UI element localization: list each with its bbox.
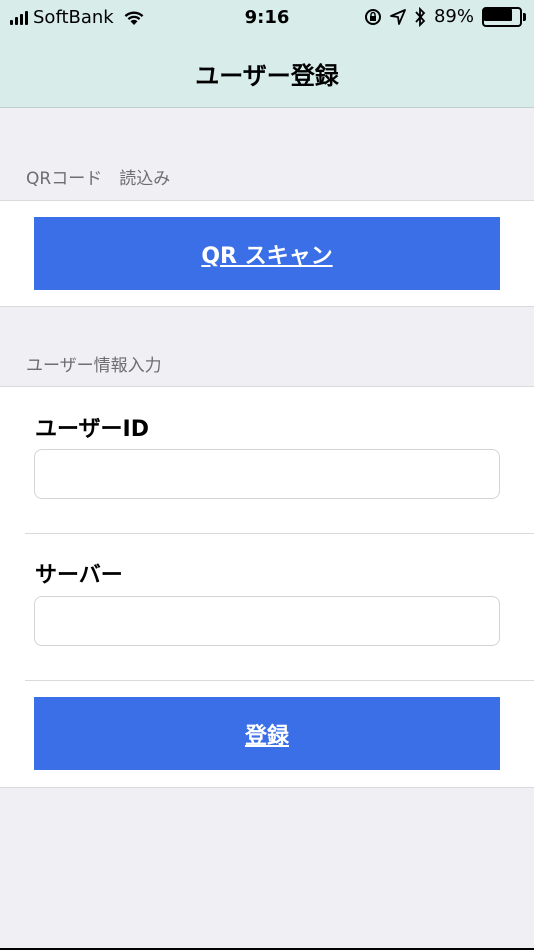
orientation-lock-icon [364, 8, 381, 25]
user-id-label: ユーザーID [35, 417, 150, 442]
status-bar: SoftBank 9:16 89% [0, 0, 534, 36]
location-icon [390, 8, 406, 25]
divider [25, 680, 534, 681]
navigation-bar: ユーザー登録 [0, 36, 534, 108]
server-input[interactable] [34, 596, 500, 646]
user-info-section-header: ユーザー情報入力 [26, 356, 162, 376]
status-right: 89% [364, 6, 526, 27]
register-button[interactable]: 登録 [34, 697, 500, 770]
user-id-input[interactable] [34, 449, 500, 499]
battery-icon [482, 6, 526, 27]
divider [25, 533, 534, 534]
qr-section-header: QRコード 読込み [26, 169, 171, 189]
user-info-section-group: ユーザーID サーバー 登録 [0, 386, 534, 788]
qr-section-group: QR スキャン [0, 200, 534, 307]
bluetooth-icon [415, 6, 426, 27]
server-label: サーバー [35, 563, 123, 588]
battery-percent: 89% [433, 6, 474, 27]
qr-scan-button[interactable]: QR スキャン [34, 217, 500, 290]
page-title: ユーザー登録 [195, 62, 339, 90]
